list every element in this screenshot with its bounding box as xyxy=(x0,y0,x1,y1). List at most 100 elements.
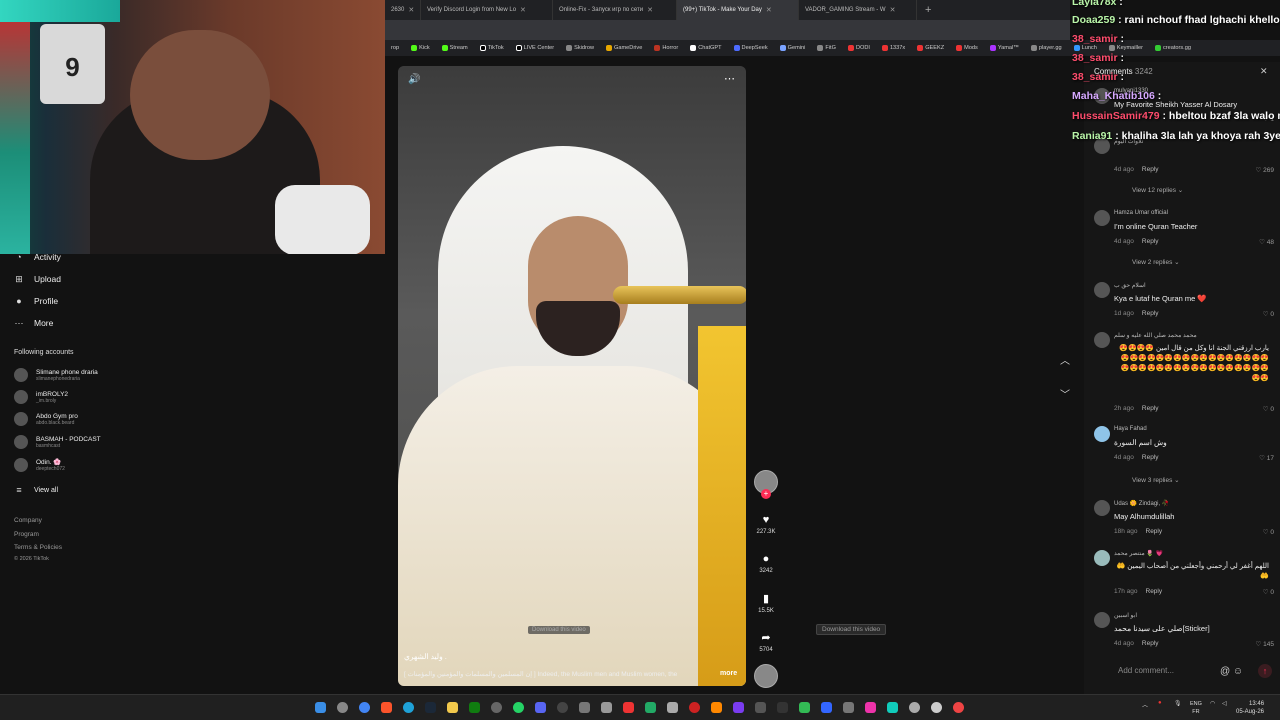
app-icon[interactable] xyxy=(733,702,744,713)
chevron-down-icon[interactable]: ﹀ xyxy=(1060,386,1070,401)
browser-tab[interactable]: VADOR_GAMING Stream - W ✕ xyxy=(799,0,917,20)
comment-like[interactable]: ♡ 48 xyxy=(1259,238,1274,246)
bookmark[interactable]: 1337x xyxy=(876,45,911,51)
xbox-icon[interactable] xyxy=(469,702,480,713)
share-button[interactable]: ➦ 5704 xyxy=(752,631,780,653)
comment-like[interactable]: ♡ 17 xyxy=(1259,454,1274,462)
comment-like[interactable]: ♡ 0 xyxy=(1263,588,1274,596)
folder-icon[interactable] xyxy=(447,702,458,713)
bookmark[interactable]: Skidrow xyxy=(560,45,600,51)
music-disc[interactable] xyxy=(752,664,780,688)
avatar[interactable] xyxy=(1094,332,1110,348)
sidebar-item-more[interactable]: ⋯ More xyxy=(14,318,54,328)
new-tab-button[interactable]: + xyxy=(917,4,939,16)
app-icon[interactable] xyxy=(491,702,502,713)
bookmark[interactable]: Stream xyxy=(436,45,474,51)
avatar[interactable] xyxy=(1094,612,1110,628)
reply-button[interactable]: Reply xyxy=(1142,405,1159,412)
mention-emoji-icons[interactable]: @ ☺ xyxy=(1220,666,1243,677)
view-replies-button[interactable]: View 2 replies ⌄ xyxy=(1132,258,1180,266)
comment-like[interactable]: ♡ 0 xyxy=(1263,310,1274,318)
video-player[interactable]: 🔊 ⋯ Download this video وليد الشهري . [ … xyxy=(398,66,746,686)
bookmark[interactable]: Gemini xyxy=(774,45,812,51)
reply-button[interactable]: Reply xyxy=(1142,454,1159,461)
app-icon[interactable] xyxy=(777,702,788,713)
chrome-icon[interactable] xyxy=(359,702,370,713)
browser-tab[interactable]: Verify Discord Login from New Lo ✕ xyxy=(421,0,553,20)
avatar[interactable] xyxy=(1094,282,1110,298)
view-all-link[interactable]: ≡ View all xyxy=(14,485,58,495)
bookmark[interactable]: rop xyxy=(385,45,405,51)
browser-tab[interactable]: 2630 ✕ xyxy=(385,0,421,20)
bookmark[interactable]: Kick xyxy=(405,45,436,51)
app-icon[interactable] xyxy=(843,702,854,713)
avatar[interactable] xyxy=(1094,426,1110,442)
sidebar-item-profile[interactable]: ● Profile xyxy=(14,296,58,306)
view-replies-button[interactable]: View 12 replies ⌄ xyxy=(1132,186,1183,194)
mic-icon[interactable]: 🎙 xyxy=(1174,700,1182,707)
footer-program[interactable]: Program xyxy=(14,531,39,538)
download-hint-secondary[interactable]: Download this video xyxy=(816,624,887,635)
app-icon[interactable] xyxy=(953,702,964,713)
tray-chevron-icon[interactable]: ︿ xyxy=(1142,700,1148,709)
comment-like[interactable]: ♡ 0 xyxy=(1263,405,1274,413)
app-icon[interactable] xyxy=(623,702,634,713)
following-account[interactable]: imBROLY2 _im.broly xyxy=(14,390,68,404)
language-indicator[interactable]: ENG FR xyxy=(1190,700,1202,716)
clock[interactable]: 13:46 05-Aug-26 xyxy=(1236,700,1264,716)
app-icon[interactable] xyxy=(799,702,810,713)
reply-button[interactable]: Reply xyxy=(1146,588,1163,595)
discord-icon[interactable] xyxy=(535,702,546,713)
app-icon[interactable] xyxy=(865,702,876,713)
avatar[interactable] xyxy=(1094,210,1110,226)
app-icon[interactable] xyxy=(689,702,700,713)
search-icon[interactable] xyxy=(337,702,348,713)
app-icon[interactable] xyxy=(667,702,678,713)
steam-icon[interactable] xyxy=(425,702,436,713)
app-icon[interactable] xyxy=(711,702,722,713)
comment-button[interactable]: ● 3242 xyxy=(752,553,780,574)
reply-button[interactable]: Reply xyxy=(1142,310,1159,317)
download-hint[interactable]: Download this video xyxy=(528,626,590,634)
send-icon[interactable]: ↑ xyxy=(1258,664,1272,678)
edge-icon[interactable] xyxy=(403,702,414,713)
creator-avatar[interactable]: + xyxy=(752,470,780,499)
bookmark[interactable]: GEEKZ xyxy=(911,45,950,51)
comment-user[interactable]: Hamza Umar official xyxy=(1114,210,1168,216)
bookmark[interactable]: Horror xyxy=(648,45,684,51)
save-button[interactable]: ▮ 15.5K xyxy=(752,592,780,614)
bookmark[interactable]: FitG xyxy=(811,45,842,51)
bookmark[interactable]: DODI xyxy=(842,45,876,51)
bookmark[interactable]: GameDrive xyxy=(600,45,648,51)
browser-tab[interactable]: Online-Fix - Запуск игр по сети ✕ xyxy=(553,0,677,20)
wifi-icon[interactable]: ◠ xyxy=(1210,700,1215,707)
bookmark[interactable]: LIVE Center xyxy=(510,45,560,51)
sidebar-item-activity[interactable]: ◔ Activity xyxy=(14,252,61,262)
close-icon[interactable]: ✕ xyxy=(766,6,772,14)
close-icon[interactable]: ✕ xyxy=(890,6,896,14)
close-icon[interactable]: ✕ xyxy=(647,6,653,14)
chevron-up-icon[interactable]: ︿ xyxy=(1060,352,1070,367)
app-icon[interactable] xyxy=(909,702,920,713)
reply-button[interactable]: Reply xyxy=(1142,640,1159,647)
close-icon[interactable]: ✕ xyxy=(520,6,526,14)
start-icon[interactable] xyxy=(315,702,326,713)
app-icon[interactable] xyxy=(931,702,942,713)
caption-more-button[interactable]: more xyxy=(720,670,737,677)
app-icon[interactable] xyxy=(755,702,766,713)
add-comment-input[interactable]: Add comment... xyxy=(1118,666,1174,675)
bookmark[interactable]: TikTok xyxy=(474,45,510,51)
reply-button[interactable]: Reply xyxy=(1146,528,1163,535)
following-account[interactable]: Odin. 🌸 deeptech072 xyxy=(14,458,65,472)
comment-user[interactable]: منتصر محمد 🌷 💗 xyxy=(1114,550,1163,557)
options-icon[interactable]: ⋯ xyxy=(724,72,735,85)
volume-icon[interactable]: 🔊 xyxy=(408,74,420,85)
app-icon[interactable] xyxy=(821,702,832,713)
video-username[interactable]: وليد الشهري . xyxy=(404,652,447,661)
follow-plus-icon[interactable]: + xyxy=(761,489,771,499)
comment-like[interactable]: ♡ 0 xyxy=(1263,528,1274,536)
speaker-icon[interactable]: ◁ xyxy=(1222,700,1227,707)
comment-like[interactable]: ♡ 145 xyxy=(1256,640,1275,648)
obs-icon[interactable] xyxy=(557,702,568,713)
comment-user[interactable]: Haya Fahad xyxy=(1114,426,1147,432)
